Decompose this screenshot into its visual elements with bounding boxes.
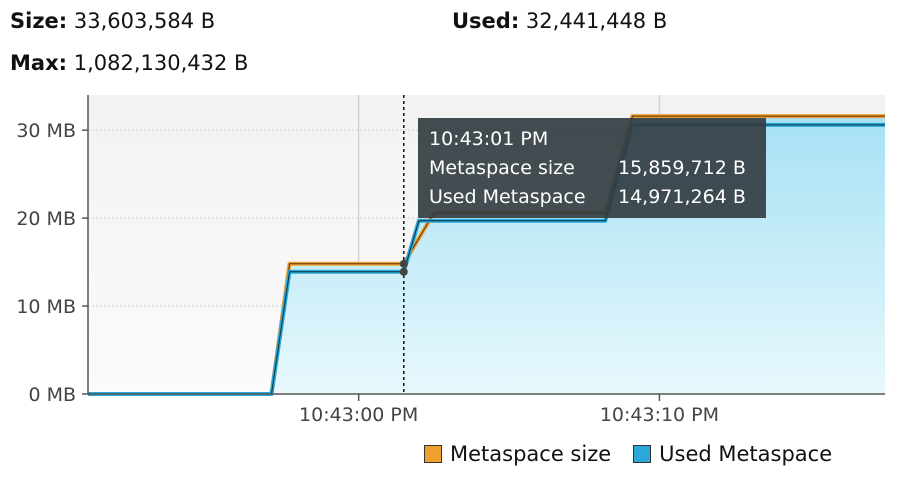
tooltip-row-value: 14,971,264 B: [618, 186, 746, 208]
tooltip-row-value: 15,859,712 B: [618, 157, 746, 179]
tooltip-row-label: Used Metaspace: [429, 186, 586, 208]
cursor-point-used-metaspace: [399, 267, 408, 276]
x-tick-label: 10:43:10 PM: [600, 404, 719, 426]
tooltip-row-label: Metaspace size: [429, 157, 575, 179]
x-tick-label: 10:43:00 PM: [299, 404, 418, 426]
y-tick-label: 10 MB: [16, 296, 76, 318]
legend-swatch: [424, 445, 442, 463]
y-tick-label: 0 MB: [28, 384, 76, 406]
legend: Metaspace size Used Metaspace: [424, 442, 832, 466]
metaspace-chart[interactable]: 0 MB 10 MB 20 MB 30 MB 10:43:00 PM 10:43:10 P…: [0, 0, 906, 478]
cursor-point-metaspace-size: [399, 259, 408, 268]
tooltip-time: 10:43:01 PM: [429, 128, 548, 150]
tooltip: 10:43:01 PM Metaspace size 15,859,712 B Use…: [418, 118, 766, 218]
y-tick-label: 20 MB: [16, 208, 76, 230]
legend-swatch: [633, 445, 652, 463]
y-tick-label: 30 MB: [16, 120, 76, 142]
legend-label: Metaspace size: [450, 442, 612, 466]
legend-label: Used Metaspace: [659, 442, 833, 466]
legend-item-used-metaspace[interactable]: Used Metaspace: [633, 442, 832, 466]
legend-item-metaspace-size[interactable]: Metaspace size: [424, 442, 611, 466]
